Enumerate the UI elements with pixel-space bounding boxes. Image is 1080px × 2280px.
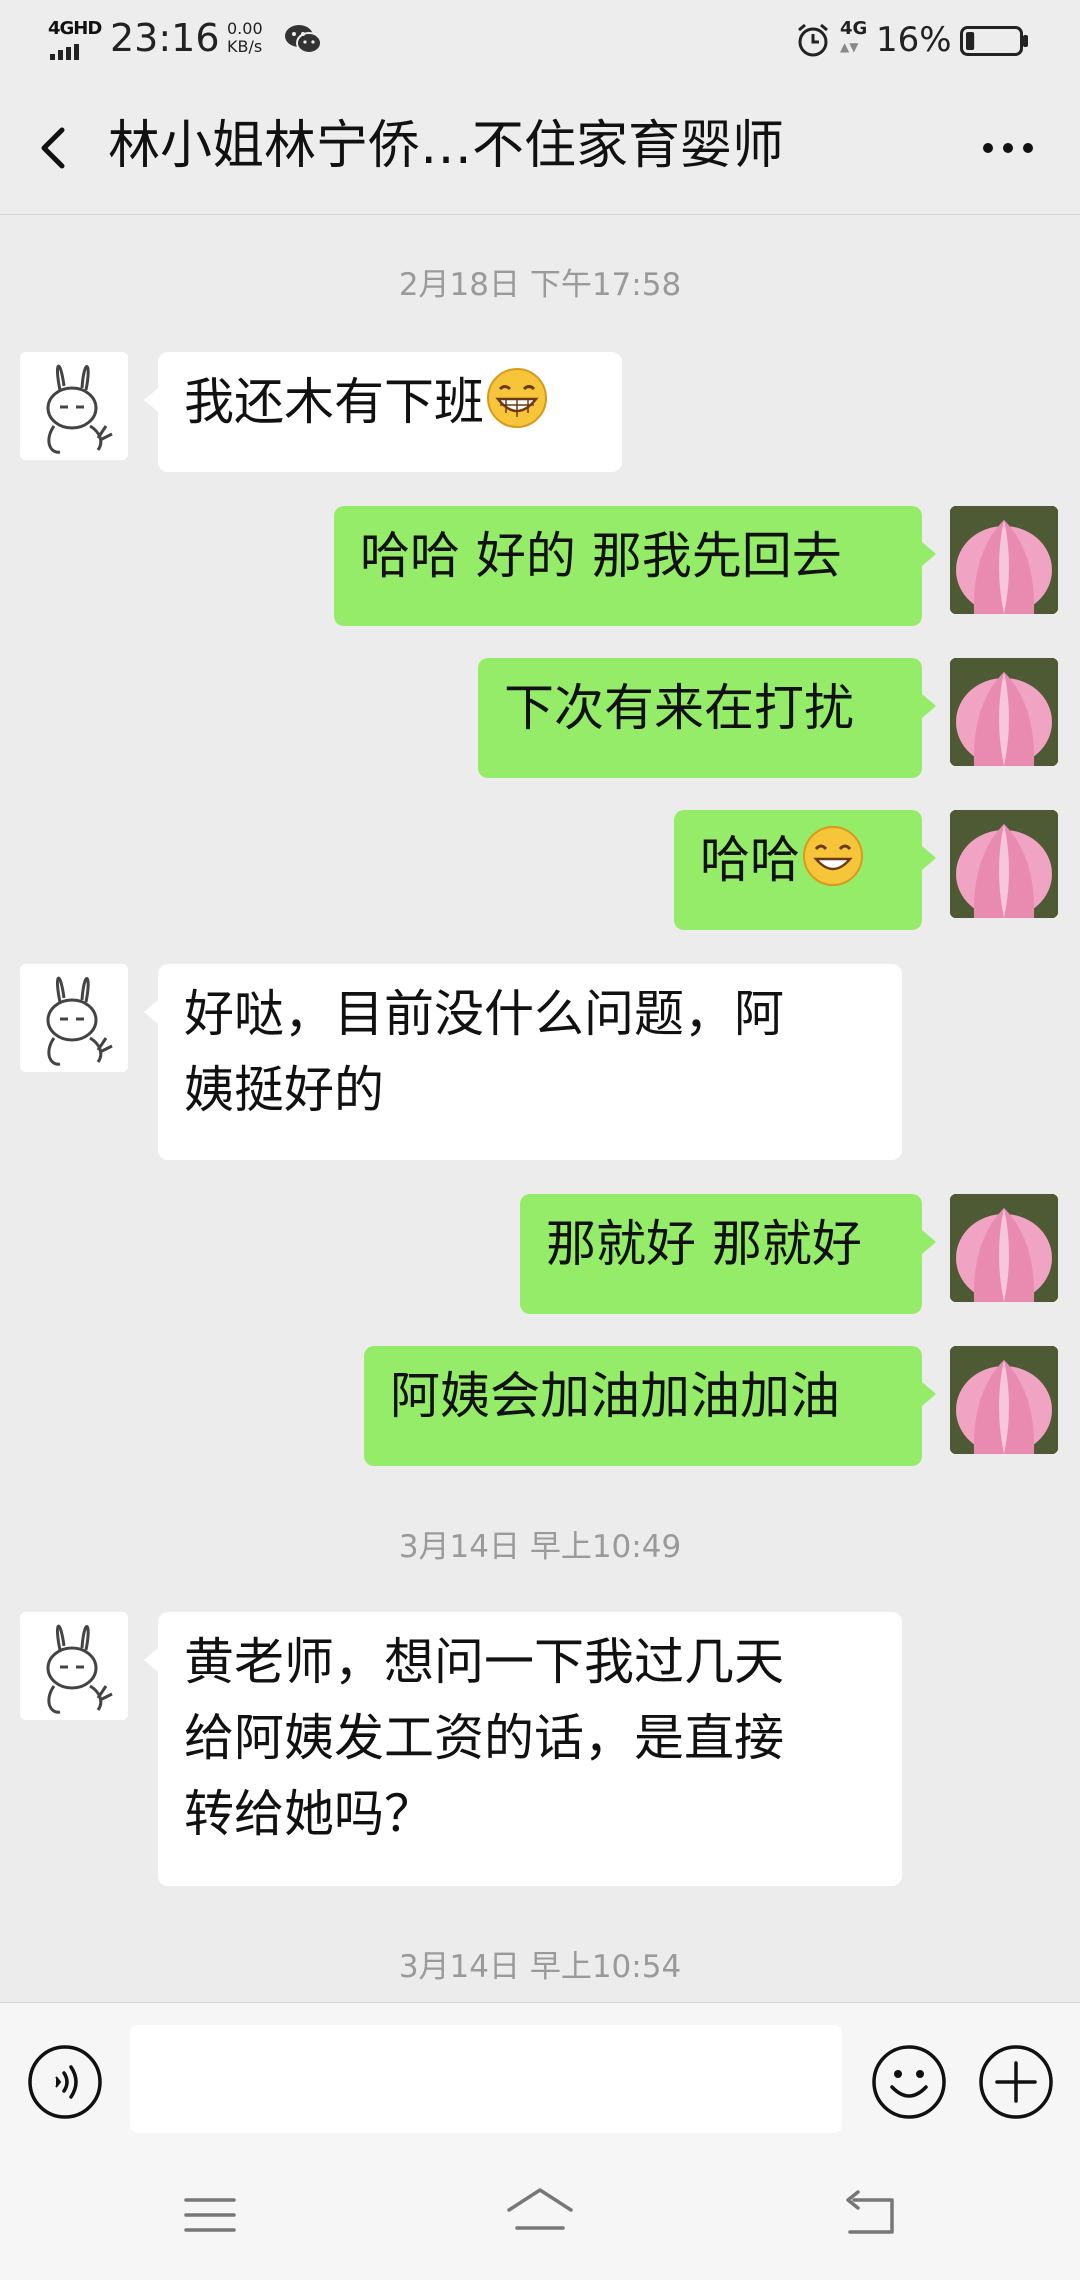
cellular-indicator: 4G ▲▼: [840, 20, 867, 56]
clock: 23:16: [110, 16, 220, 60]
voice-icon[interactable]: [26, 2043, 104, 2121]
message-text: 阿姨会加油加油加油: [390, 1367, 840, 1425]
rabbit-avatar[interactable]: [20, 1612, 128, 1720]
emoji-icon[interactable]: [870, 2043, 948, 2121]
signal-icon: 4GHD: [48, 18, 102, 60]
back-icon[interactable]: [840, 2188, 900, 2242]
message-text: 哈哈: [700, 831, 800, 889]
speed-unit: KB/s: [227, 37, 263, 56]
received-message[interactable]: 黄老师，想问一下我过几天 给阿姨发工资的话，是直接 转给她吗？: [144, 1612, 902, 1886]
message-list[interactable]: 2月18日 下午17:58 我还木有下班 哈哈 好的 那我先回去 下次有来在打扰…: [0, 215, 1080, 2001]
plus-icon[interactable]: [977, 2043, 1055, 2121]
message-input[interactable]: [130, 2025, 842, 2133]
system-nav-bar: [0, 2150, 1080, 2280]
timestamp: 3月14日 早上10:54: [398, 1949, 682, 1985]
chat-header: 林小姐林宁侨…不住家育婴师: [0, 80, 1080, 215]
message-text: 哈哈 好的 那我先回去: [360, 527, 842, 585]
battery-percent: 16%: [876, 20, 952, 60]
battery-icon: [960, 26, 1028, 56]
data-arrows-icon: ▲▼: [840, 40, 859, 54]
message-line: 转给她吗？: [184, 1785, 434, 1843]
input-bar: [0, 2002, 1080, 2151]
network-speed: 0.00 KB/s: [227, 20, 263, 56]
message-line: 黄老师，想问一下我过几天: [184, 1633, 784, 1691]
message-text: 我还木有下班: [184, 373, 484, 431]
lotus-avatar[interactable]: [950, 810, 1058, 918]
lotus-avatar[interactable]: [950, 658, 1058, 766]
message-line: 给阿姨发工资的话，是直接: [184, 1709, 784, 1767]
rabbit-avatar[interactable]: [20, 352, 128, 460]
menu-icon[interactable]: [180, 2190, 240, 2240]
grinning-face-icon: [487, 368, 547, 428]
lotus-avatar[interactable]: [950, 1346, 1058, 1454]
received-message[interactable]: 我还木有下班: [144, 352, 622, 472]
chevron-left-icon[interactable]: [22, 116, 86, 180]
cellular-label: 4G: [840, 18, 868, 39]
lotus-avatar[interactable]: [950, 1194, 1058, 1302]
rabbit-avatar[interactable]: [20, 964, 128, 1072]
sent-message[interactable]: 那就好 那就好: [520, 1194, 936, 1314]
timestamp: 3月14日 早上10:49: [398, 1529, 682, 1565]
message-text: 那就好 那就好: [546, 1215, 862, 1273]
wechat-notification-icon: [285, 25, 322, 54]
received-message[interactable]: 好哒，目前没什么问题，阿 姨挺好的: [144, 964, 902, 1160]
smiling-face-icon: [803, 826, 863, 886]
sent-message[interactable]: 下次有来在打扰: [478, 658, 936, 778]
home-icon[interactable]: [503, 2184, 577, 2244]
chat-title: 林小姐林宁侨…不住家育婴师: [108, 116, 785, 176]
status-bar: 4GHD 23:16 0.00 KB/s 4G ▲▼ 16%: [0, 0, 1080, 80]
sent-message[interactable]: 哈哈 好的 那我先回去: [334, 506, 936, 626]
lotus-avatar[interactable]: [950, 506, 1058, 614]
message-text: 下次有来在打扰: [504, 679, 854, 737]
more-dots-icon[interactable]: [968, 116, 1048, 180]
message-line: 姨挺好的: [184, 1061, 384, 1119]
speed-value: 0.00: [227, 19, 263, 38]
network-label: 4GHD: [48, 18, 102, 39]
timestamp: 2月18日 下午17:58: [398, 267, 682, 303]
alarm-icon: [798, 23, 828, 57]
sent-message[interactable]: 阿姨会加油加油加油: [364, 1346, 936, 1466]
message-line: 好哒，目前没什么问题，阿: [184, 985, 784, 1043]
sent-message[interactable]: 哈哈: [674, 810, 936, 930]
